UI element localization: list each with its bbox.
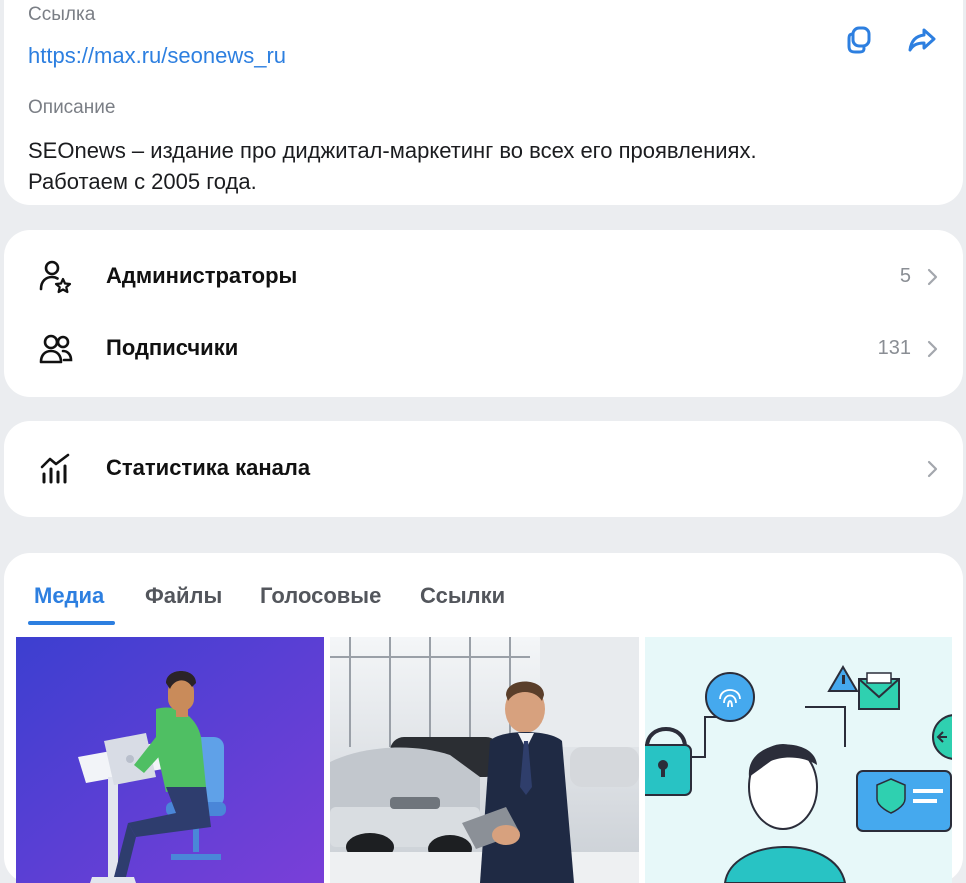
administrators-row[interactable]: Администраторы 5 <box>4 245 963 309</box>
copy-icon[interactable] <box>844 24 876 56</box>
channel-stats-row[interactable]: Статистика канала <box>4 437 963 501</box>
media-thumbnail[interactable] <box>645 637 952 883</box>
subscribers-label: Подписчики <box>106 335 239 360</box>
tab-media[interactable]: Медиа <box>34 583 104 609</box>
media-thumbnail[interactable] <box>16 637 324 883</box>
description-label: Описание <box>28 97 116 118</box>
channel-link[interactable]: https://max.ru/seonews_ru <box>28 43 286 69</box>
channel-stats-label: Статистика канала <box>106 455 311 480</box>
members-card: Администраторы 5 Подписчики 131 <box>4 230 963 397</box>
subscribers-icon <box>38 331 74 367</box>
media-card: Медиа Файлы Голосовые Ссылки <box>4 553 963 883</box>
tab-files[interactable]: Файлы <box>145 583 222 609</box>
chevron-right-icon <box>925 459 939 479</box>
share-icon[interactable] <box>906 24 938 56</box>
tab-voice[interactable]: Голосовые <box>260 583 381 609</box>
chevron-right-icon <box>925 267 939 287</box>
subscribers-row[interactable]: Подписчики 131 <box>4 317 963 381</box>
description-line-2: Работаем с 2005 года. <box>28 169 257 194</box>
subscribers-count: 131 <box>877 337 911 359</box>
chevron-right-icon <box>925 339 939 359</box>
tab-links[interactable]: Ссылки <box>420 583 505 609</box>
stats-card: Статистика канала <box>4 421 963 517</box>
tab-active-indicator <box>28 621 115 625</box>
media-thumbnail[interactable] <box>330 637 639 883</box>
administrators-label: Администраторы <box>106 263 298 288</box>
channel-description: SEOnews – издание про диджитал-маркетинг… <box>28 135 908 197</box>
description-line-1: SEOnews – издание про диджитал-маркетинг… <box>28 138 757 163</box>
stats-chart-icon <box>38 451 74 487</box>
administrators-count: 5 <box>899 265 911 287</box>
admin-star-icon <box>38 259 74 295</box>
channel-info-card: Ссылка https://max.ru/seonews_ru Описани… <box>4 0 963 205</box>
link-label: Ссылка <box>28 4 96 25</box>
